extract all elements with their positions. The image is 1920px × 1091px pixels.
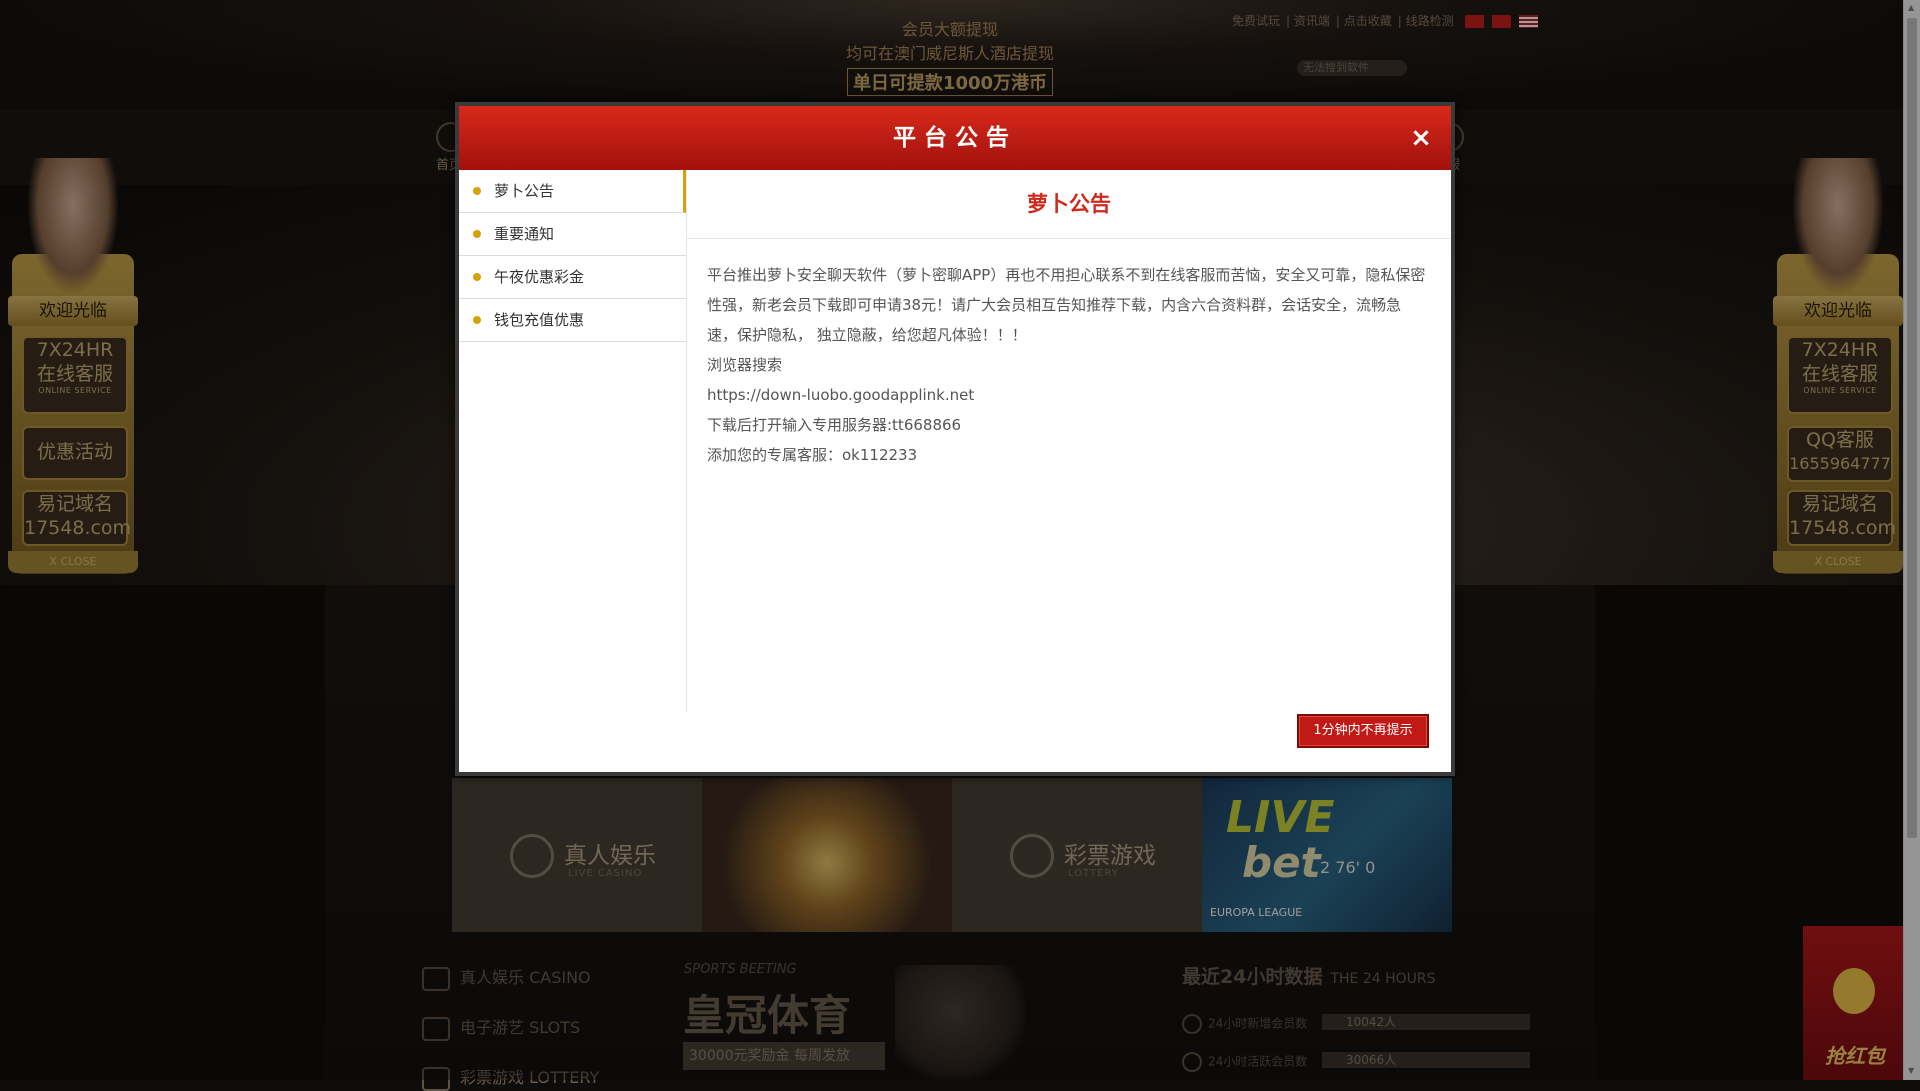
announcement-paragraph: 平台推出萝卜安全聊天软件（萝卜密聊APP）再也不用担心联系不到在线客服而苦恼，安…: [707, 266, 1426, 344]
announcement-title: 萝卜公告: [687, 170, 1451, 239]
bullet-icon: [473, 273, 481, 281]
announcement-contact-line: 添加您的专属客服：ok112233: [707, 446, 918, 464]
modal-title: 平台公告: [893, 125, 1017, 151]
announcement-search-line: 浏览器搜索: [707, 356, 783, 374]
tab-label: 重要通知: [494, 225, 555, 243]
tab-label: 午夜优惠彩金: [494, 268, 585, 286]
tab-wallet-recharge[interactable]: 钱包充值优惠: [459, 299, 686, 342]
bullet-icon: [473, 230, 481, 238]
tab-midnight-bonus[interactable]: 午夜优惠彩金: [459, 256, 686, 299]
bullet-icon: [473, 316, 481, 324]
announcement-url[interactable]: https://down-luobo.goodapplink.net: [707, 380, 1431, 410]
tab-luobo-notice[interactable]: 萝卜公告: [459, 170, 686, 213]
announcement-tab-list: 萝卜公告 重要通知 午夜优惠彩金 钱包充值优惠: [459, 170, 687, 712]
close-icon[interactable]: ×: [1407, 124, 1435, 152]
bullet-icon: [473, 187, 481, 195]
announcement-body: 平台推出萝卜安全聊天软件（萝卜密聊APP）再也不用担心联系不到在线客服而苦恼，安…: [707, 260, 1431, 470]
dismiss-1min-button[interactable]: 1分钟内不再提示: [1297, 714, 1429, 748]
announcement-server-line: 下载后打开输入专用服务器:tt668866: [707, 416, 962, 434]
modal-header: 平台公告 ×: [459, 106, 1451, 170]
announcement-modal: 平台公告 × 萝卜公告 重要通知 午夜优惠彩金 钱包充值优惠 萝卜公告 平台推出…: [455, 102, 1455, 776]
tab-important-notice[interactable]: 重要通知: [459, 213, 686, 256]
tab-label: 萝卜公告: [494, 182, 555, 200]
tab-label: 钱包充值优惠: [494, 311, 585, 329]
